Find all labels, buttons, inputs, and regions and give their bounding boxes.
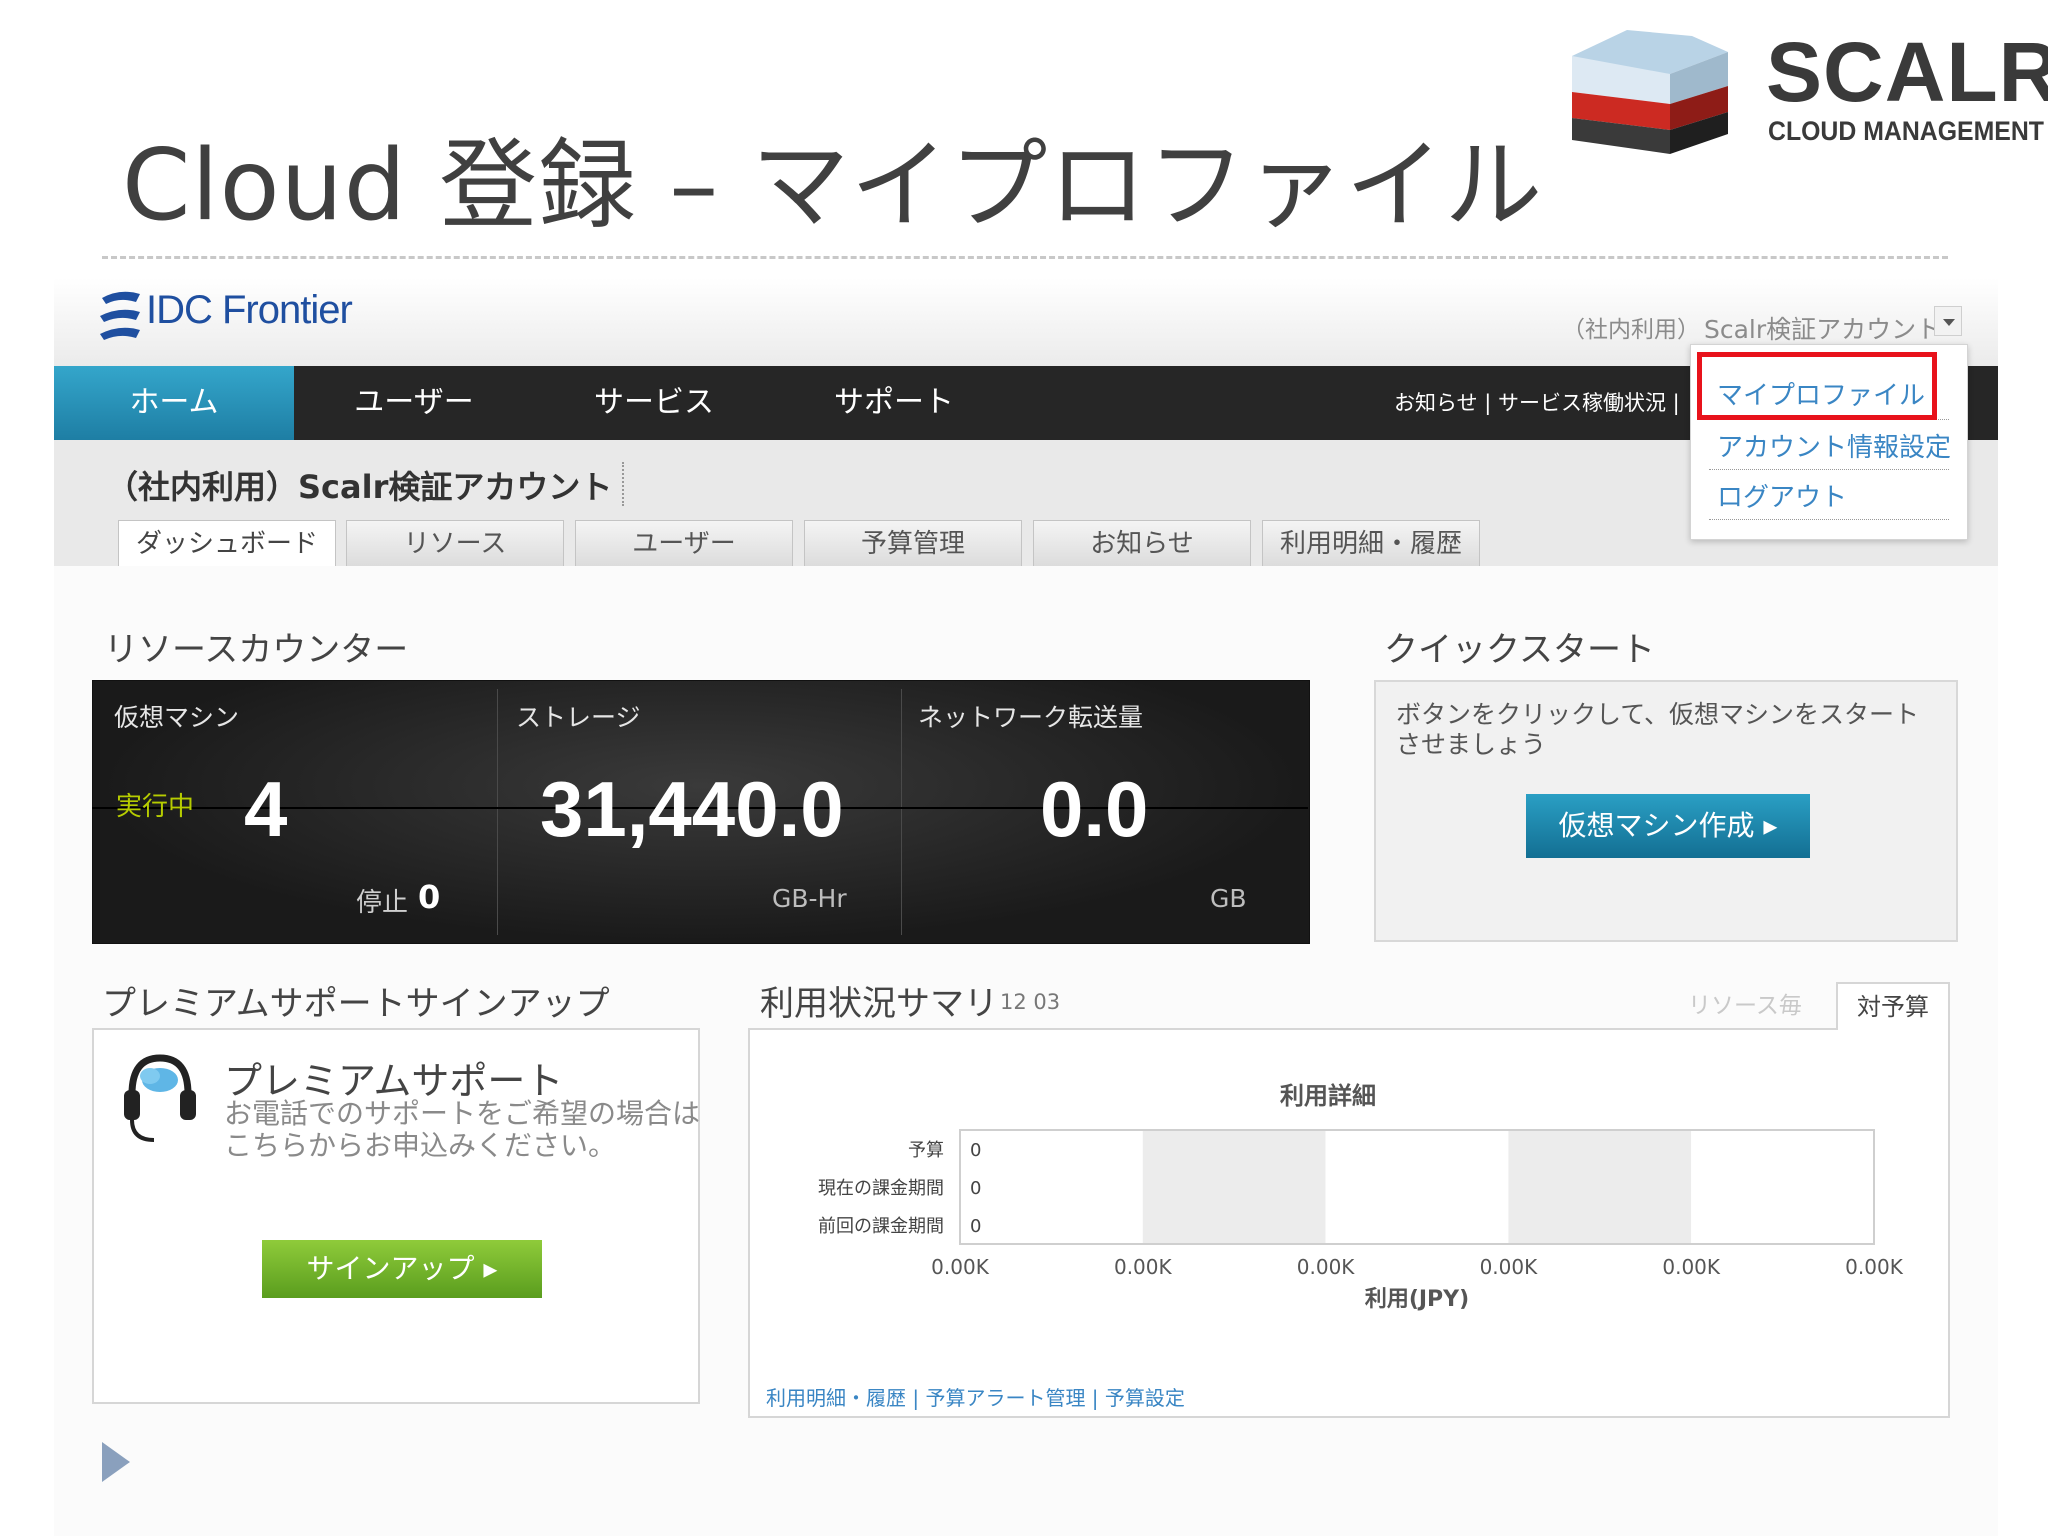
resource-counter-title: リソースカウンター	[104, 630, 409, 670]
nav-item-support[interactable]: サポート	[774, 366, 1014, 440]
usage-footer-links[interactable]: 利用明細・履歴 | 予算アラート管理 | 予算設定	[766, 1382, 1185, 1411]
vm-counter-label: 仮想マシン	[114, 703, 240, 732]
quick-start-text: ボタンをクリックして、仮想マシンをスタートさせましょう	[1396, 700, 1920, 759]
chart-x-tick-label: 0.00K	[1662, 1255, 1721, 1279]
storage-counter-label: ストレージ	[516, 703, 641, 732]
headset-icon	[124, 1054, 196, 1142]
chart-x-tick-label: 0.00K	[1114, 1255, 1173, 1279]
quick-start-title: クイックスタート	[1384, 630, 1655, 670]
premium-support-description: お電話でのサポートをご希望の場合はこちらからお申込みください。	[224, 1097, 701, 1162]
chart-band	[1325, 1130, 1509, 1244]
account-environment: （社内利用）	[1562, 317, 1700, 343]
usage-summary-title: 利用状況サマリ	[760, 984, 998, 1024]
chart-x-tick-label: 0.00K	[931, 1255, 990, 1279]
idc-frontier-logo-icon[interactable]	[96, 288, 146, 344]
slide-bullet-arrow-icon	[102, 1442, 130, 1482]
chart-x-tick-label: 0.00K	[1845, 1255, 1904, 1279]
scalr-brand-subtitle: CLOUD MANAGEMENT	[1768, 116, 2044, 146]
tab-dashboard[interactable]: ダッシュボード	[118, 520, 336, 568]
menu-separator	[1709, 469, 1949, 470]
signup-button[interactable]: サインアップ ▸	[262, 1240, 542, 1298]
chart-title: 利用詳細	[1280, 1082, 1376, 1110]
menu-separator	[1709, 519, 1949, 520]
heading-separator	[622, 462, 624, 506]
menu-item-account-settings[interactable]: アカウント情報設定	[1717, 427, 1951, 464]
menu-item-logout[interactable]: ログアウト	[1717, 477, 1943, 514]
usage-date: 12 03	[1000, 990, 1061, 1014]
create-vm-button[interactable]: 仮想マシン作成 ▸	[1526, 794, 1810, 858]
chart-x-tick-label: 0.00K	[1297, 1255, 1356, 1279]
chart-data-label: 0	[970, 1216, 981, 1237]
account-heading: （社内利用）Scalr検証アカウント	[106, 468, 613, 506]
chart-category-label: 前回の課金期間	[818, 1216, 944, 1237]
nav-item-users[interactable]: ユーザー	[294, 366, 534, 440]
chart-data-label: 0	[970, 1178, 981, 1199]
tab-vs-budget[interactable]: 対予算	[1836, 982, 1950, 1030]
chart-x-axis-label: 利用(JPY)	[1365, 1287, 1469, 1312]
chart-category-label: 予算	[908, 1140, 944, 1161]
chart-x-tick-label: 0.00K	[1480, 1255, 1539, 1279]
counter-divider	[497, 689, 498, 935]
nav-item-services[interactable]: サービス	[534, 366, 774, 440]
chart-band	[1691, 1130, 1874, 1244]
vm-stopped-count[interactable]: 0	[418, 878, 440, 916]
title-divider	[102, 256, 1948, 259]
storage-value: 31,440.0	[540, 765, 844, 853]
premium-section-title: プレミアムサポートサインアップ	[102, 984, 610, 1024]
usage-chart: 予算 0 現在の課金期間 0 前回の課金期間 0 0.00K 0.00K 0.00K 0.00K 0…	[818, 1129, 1904, 1312]
tab-usage-history[interactable]: 利用明細・履歴	[1262, 520, 1480, 566]
slide-title: Cloud 登録 – マイプロファイル	[122, 129, 1544, 243]
tab-resources[interactable]: リソース	[346, 520, 564, 566]
chart-band	[960, 1130, 1143, 1244]
vm-stopped-label: 停止	[356, 888, 409, 918]
tab-budget[interactable]: 予算管理	[804, 520, 1022, 566]
storage-unit: GB-Hr	[772, 884, 847, 913]
nav-item-home[interactable]: ホーム	[54, 366, 294, 440]
network-value: 0.0	[1040, 765, 1149, 853]
chart-data-label: 0	[970, 1140, 981, 1161]
account-dropdown-caret-icon[interactable]	[1934, 306, 1962, 336]
nav-right-links[interactable]: お知らせ | サービス稼働状況 |	[1394, 366, 1680, 440]
account-menu-trigger[interactable]: Scalr検証アカウント	[1704, 310, 1941, 346]
idc-frontier-logo-text[interactable]: IDC Frontier	[146, 288, 353, 333]
vm-running-label: 実行中	[116, 792, 195, 822]
tab-per-resource[interactable]: リソース毎	[1688, 986, 1802, 1020]
my-profile-highlight	[1697, 352, 1937, 420]
chart-category-label: 現在の課金期間	[818, 1178, 944, 1199]
tab-notices[interactable]: お知らせ	[1033, 520, 1251, 566]
chart-band	[1508, 1130, 1692, 1244]
network-counter-label: ネットワーク転送量	[918, 703, 1144, 732]
counter-divider	[901, 689, 902, 935]
scalr-brand-name: SCALR	[1766, 25, 2048, 119]
tab-users[interactable]: ユーザー	[575, 520, 793, 566]
chart-band	[1142, 1130, 1326, 1244]
vm-running-count[interactable]: 4	[244, 770, 287, 848]
network-unit: GB	[1210, 884, 1247, 913]
